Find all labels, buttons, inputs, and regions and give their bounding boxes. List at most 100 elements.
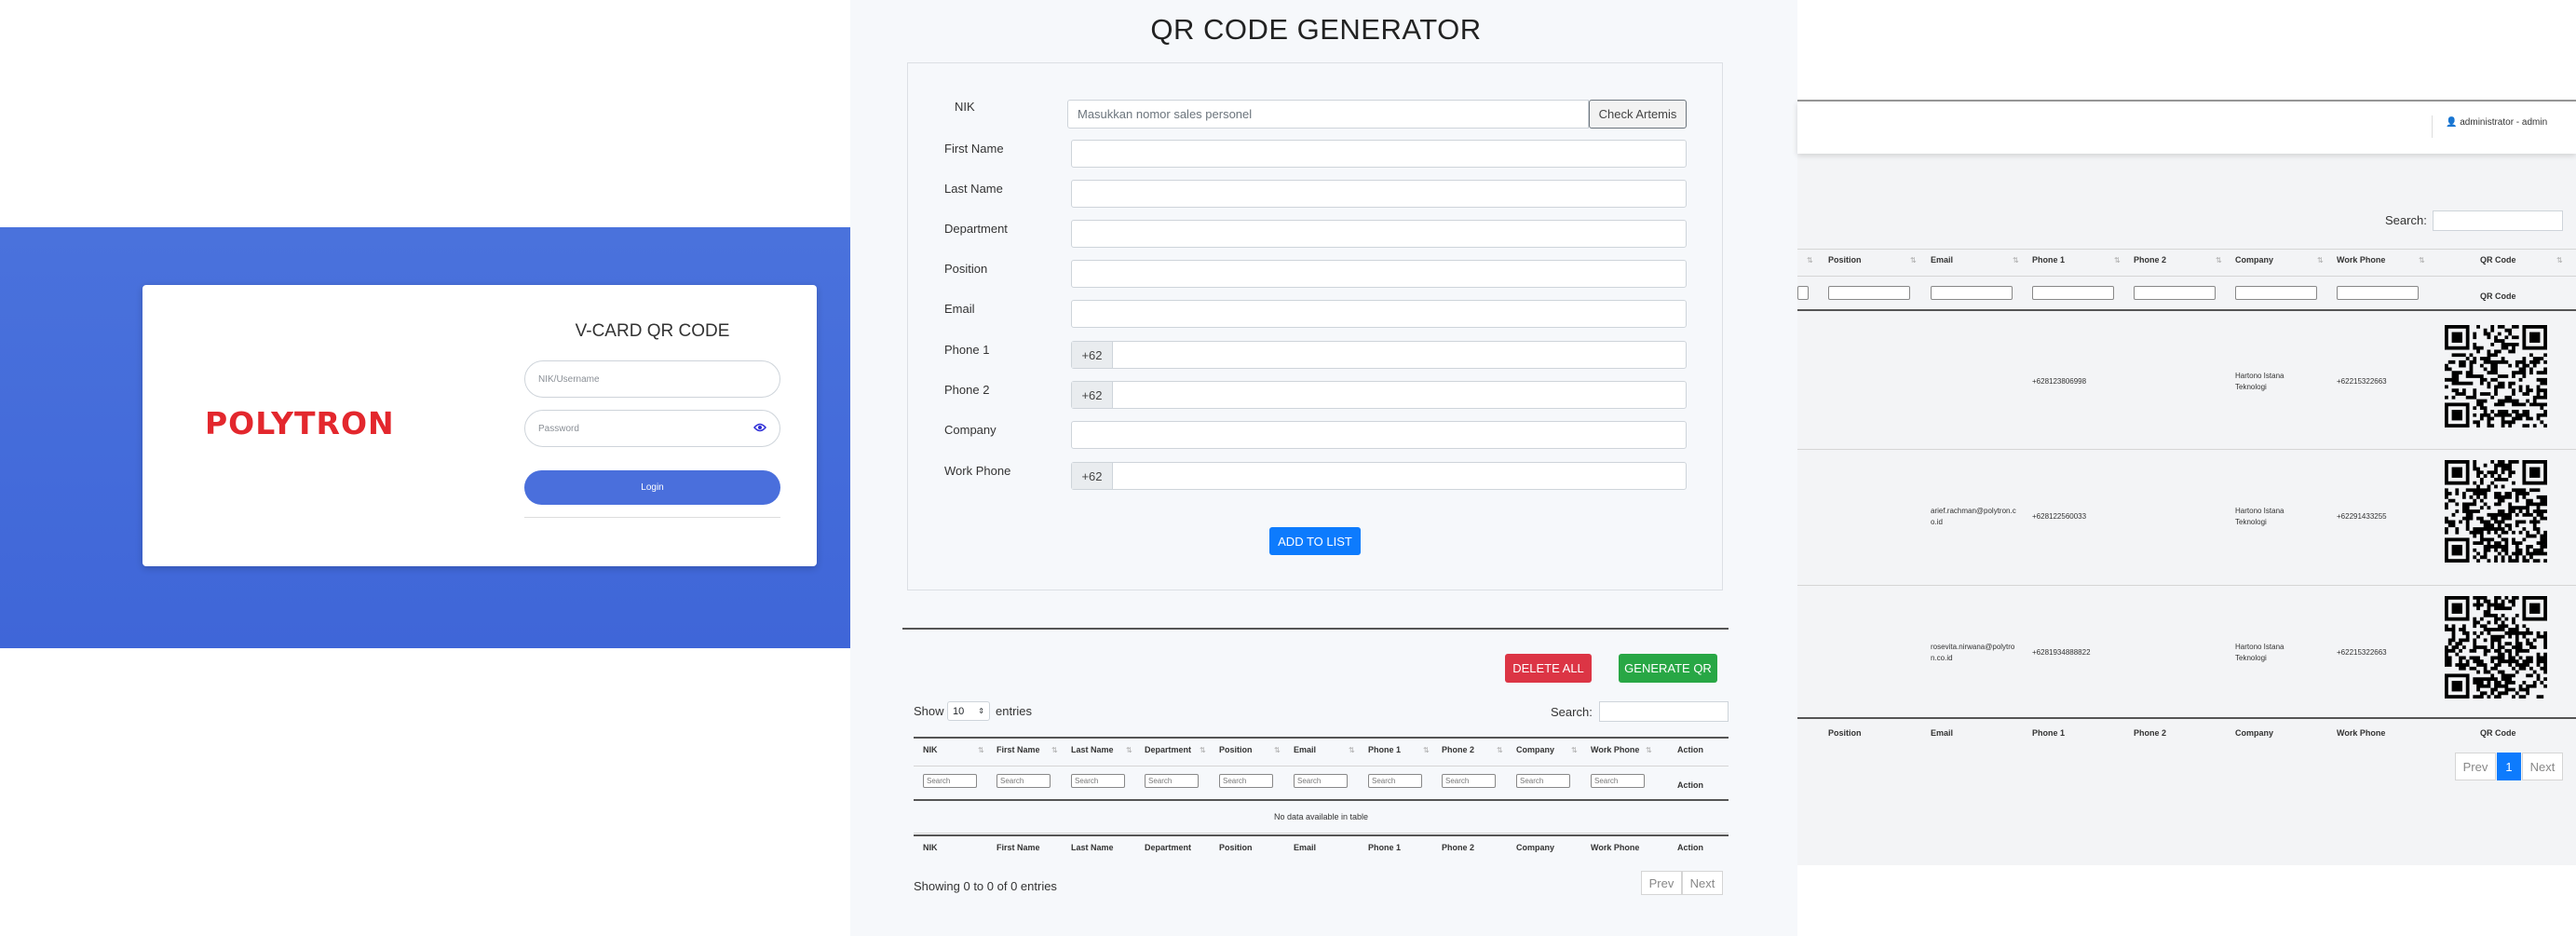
admin-col-search-email[interactable]	[1931, 286, 2013, 300]
sort-icon[interactable]: ⇅	[1423, 746, 1430, 754]
next-button[interactable]: Next	[1682, 871, 1723, 895]
admin-col-search-phone2[interactable]	[2134, 286, 2216, 300]
admin-col-search-company[interactable]	[2235, 286, 2317, 300]
sort-icon[interactable]: ⇅	[1274, 746, 1281, 754]
company-label: Company	[944, 423, 997, 437]
col-search-position[interactable]: Search	[1219, 774, 1273, 788]
sort-icon[interactable]: ⇅	[2556, 256, 2563, 265]
col-header-phone2[interactable]: Phone 2	[1442, 745, 1474, 754]
position-input[interactable]	[1071, 260, 1687, 288]
admin-page-1-button[interactable]: 1	[2497, 753, 2521, 780]
col-search-email[interactable]: Search	[1294, 774, 1348, 788]
admin-col-phone1[interactable]: Phone 1	[2032, 255, 2065, 265]
sort-icon[interactable]: ⇅	[1200, 746, 1206, 754]
email-label: Email	[944, 302, 975, 316]
col-header-last-name[interactable]: Last Name	[1071, 745, 1114, 754]
eye-icon[interactable]	[753, 423, 766, 435]
phone1-input[interactable]: +62	[1071, 341, 1687, 369]
sort-icon[interactable]: ⇅	[1051, 746, 1058, 754]
col-header-work-phone[interactable]: Work Phone	[1591, 745, 1639, 754]
sort-icon[interactable]: ⇅	[2216, 256, 2222, 265]
footer-divider	[914, 834, 1729, 836]
work-phone-input[interactable]: +62	[1071, 462, 1687, 490]
col-header-phone1[interactable]: Phone 1	[1368, 745, 1401, 754]
first-name-input[interactable]	[1071, 140, 1687, 168]
admin-col-search-work-phone[interactable]	[2337, 286, 2419, 300]
page-length-value: 10	[953, 705, 965, 717]
admin-col-work-phone[interactable]: Work Phone	[2337, 255, 2385, 265]
nik-input[interactable]: Masukkan nomor sales personel	[1067, 100, 1589, 129]
col-search-company[interactable]: Search	[1516, 774, 1570, 788]
admin-col-phone2[interactable]: Phone 2	[2134, 255, 2166, 265]
sort-icon[interactable]: ⇅	[1807, 256, 1813, 265]
sort-icon[interactable]: ⇅	[2317, 256, 2324, 265]
admin-prev-button[interactable]: Prev	[2455, 753, 2496, 780]
col-search-work-phone[interactable]: Search	[1591, 774, 1645, 788]
footer-col-first-name: First Name	[997, 843, 1040, 852]
delete-all-button[interactable]: DELETE ALL	[1505, 654, 1592, 683]
phone1-cell: +6281934888822	[2032, 648, 2091, 657]
last-name-input[interactable]	[1071, 180, 1687, 208]
col-search-nik[interactable]: Search	[923, 774, 977, 788]
username-input[interactable]: NIK/Username	[524, 360, 780, 398]
action-filter-label: Action	[1677, 780, 1703, 790]
company-input[interactable]	[1071, 421, 1687, 449]
col-header-first-name[interactable]: First Name	[997, 745, 1040, 754]
admin-search-input[interactable]	[2433, 210, 2563, 231]
sort-icon[interactable]: ⇅	[1571, 746, 1578, 754]
phone2-input[interactable]: +62	[1071, 381, 1687, 409]
qr-code-image[interactable]	[2445, 460, 2547, 563]
col-search-phone1[interactable]: Search	[1368, 774, 1422, 788]
department-input[interactable]	[1071, 220, 1687, 248]
sort-icon[interactable]: ⇅	[1349, 746, 1355, 754]
admin-next-button[interactable]: Next	[2522, 753, 2563, 780]
email-input[interactable]	[1071, 300, 1687, 328]
search-input[interactable]	[1599, 701, 1729, 722]
admin-col-company[interactable]: Company	[2235, 255, 2273, 265]
qr-code-image[interactable]	[2445, 596, 2547, 699]
admin-col-search-phone1[interactable]	[2032, 286, 2114, 300]
user-menu[interactable]: 👤 administrator - admin	[2446, 117, 2547, 128]
generate-qr-button[interactable]: GENERATE QR	[1619, 654, 1717, 683]
admin-footer-phone2: Phone 2	[2134, 728, 2167, 738]
admin-col-email[interactable]: Email	[1931, 255, 1953, 265]
sort-icon[interactable]: ⇅	[978, 746, 984, 754]
login-button[interactable]: Login	[524, 470, 780, 505]
sort-icon[interactable]: ⇅	[1646, 746, 1652, 754]
admin-col-search-cut[interactable]	[1797, 286, 1809, 300]
col-search-placeholder: Search	[1520, 777, 1544, 785]
col-header-position[interactable]: Position	[1219, 745, 1253, 754]
prev-button[interactable]: Prev	[1641, 871, 1682, 895]
admin-col-position[interactable]: Position	[1828, 255, 1862, 265]
col-search-department[interactable]: Search	[1145, 774, 1199, 788]
password-placeholder: Password	[538, 423, 579, 434]
col-search-first-name[interactable]: Search	[997, 774, 1051, 788]
sort-icon[interactable]: ⇅	[1126, 746, 1132, 754]
footer-col-phone2: Phone 2	[1442, 843, 1475, 852]
col-header-department[interactable]: Department	[1145, 745, 1191, 754]
col-header-email[interactable]: Email	[1294, 745, 1316, 754]
username-placeholder: NIK/Username	[538, 373, 600, 385]
col-header-nik[interactable]: NIK	[923, 745, 938, 754]
qr-code-image[interactable]	[2445, 325, 2547, 427]
add-to-list-button[interactable]: ADD TO LIST	[1269, 527, 1361, 555]
page-length-select[interactable]: 10 ⇕	[947, 701, 990, 721]
col-search-phone2[interactable]: Search	[1442, 774, 1496, 788]
footer-col-company: Company	[1516, 843, 1555, 852]
sort-icon[interactable]: ⇅	[2114, 256, 2121, 265]
admin-row-divider	[1797, 449, 2576, 450]
col-search-placeholder: Search	[1148, 777, 1173, 785]
divider	[524, 517, 780, 518]
col-header-company[interactable]: Company	[1516, 745, 1554, 754]
admin-col-search-position[interactable]	[1828, 286, 1910, 300]
check-artemis-button[interactable]: Check Artemis	[1589, 100, 1687, 129]
sort-icon[interactable]: ⇅	[1497, 746, 1503, 754]
first-name-label: First Name	[944, 142, 1004, 156]
admin-body-divider	[1797, 309, 2576, 311]
sort-icon[interactable]: ⇅	[1910, 256, 1917, 265]
topbar-divider	[2432, 115, 2433, 138]
col-search-last-name[interactable]: Search	[1071, 774, 1125, 788]
sort-icon[interactable]: ⇅	[2419, 256, 2425, 265]
password-input[interactable]: Password	[524, 410, 780, 447]
sort-icon[interactable]: ⇅	[2013, 256, 2019, 265]
